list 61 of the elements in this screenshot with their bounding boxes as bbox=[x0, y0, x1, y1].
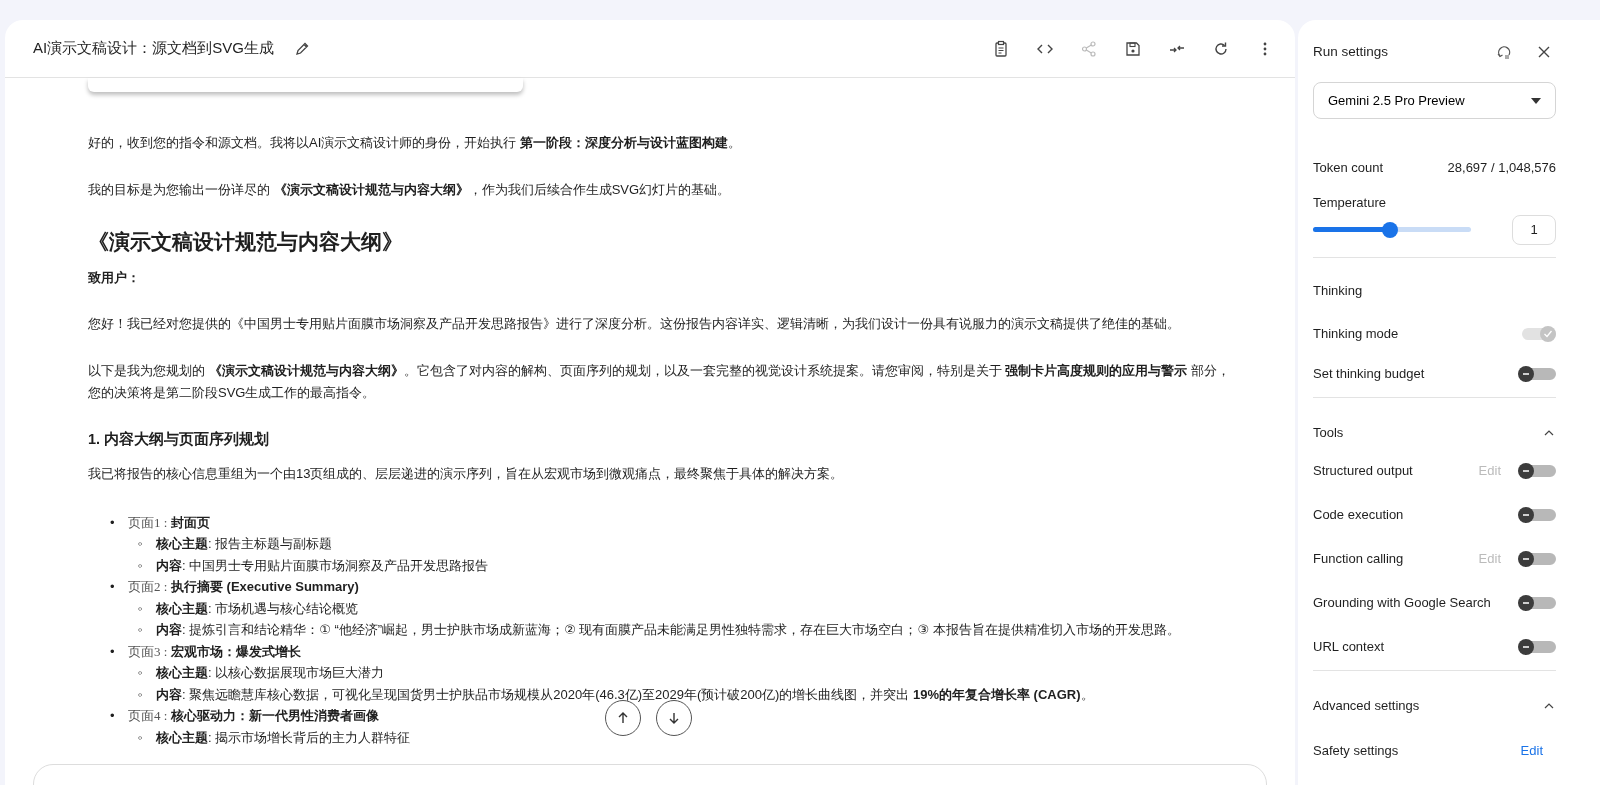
setting-label: Function calling bbox=[1313, 549, 1404, 568]
panel-title: Run settings bbox=[1313, 42, 1389, 61]
section-title: Thinking bbox=[1313, 281, 1363, 300]
caret-icon bbox=[1531, 97, 1541, 104]
reset-icon bbox=[1495, 43, 1513, 61]
chat-title: AI演示文稿设计：源文档到SVG生成 bbox=[33, 38, 274, 59]
share-icon bbox=[1080, 39, 1098, 58]
up-arrow-icon bbox=[616, 711, 630, 725]
outline-item: • 页面3 : 宏观市场：爆发式增长 bbox=[110, 642, 301, 661]
outline-item: • 页面2 : 执行摘要 (Executive Summary) bbox=[110, 578, 359, 597]
toggle-switch[interactable] bbox=[1518, 365, 1556, 382]
model-dropdown[interactable]: Gemini 2.5 Pro Preview bbox=[1313, 82, 1556, 119]
setting-label: Code execution bbox=[1313, 505, 1404, 524]
token-count: 28,697 / 1,048,576 bbox=[1447, 159, 1556, 178]
outline-detail: ◦ 核心主题: 市场机遇与核心结论概览 bbox=[138, 599, 359, 618]
toggle-switch[interactable] bbox=[1518, 550, 1556, 567]
token-label: Token count bbox=[1313, 159, 1384, 178]
temperature-label: Temperature bbox=[1313, 194, 1387, 212]
down-arrow-icon bbox=[667, 711, 681, 725]
toggle-switch[interactable] bbox=[1518, 594, 1556, 611]
scroll-up-button[interactable] bbox=[605, 700, 641, 736]
setting-label: Safety settings bbox=[1313, 741, 1399, 760]
slider-thumb[interactable] bbox=[1382, 221, 1399, 238]
setting-label: Structured output bbox=[1313, 461, 1413, 480]
salutation: 致用户： bbox=[88, 268, 141, 287]
outline-detail: ◦ 内容: 中国男士专用贴片面膜市场洞察及产品开发思路报告 bbox=[138, 556, 489, 575]
temperature-input[interactable]: 1 bbox=[1512, 214, 1556, 245]
scroll-down-button[interactable] bbox=[656, 700, 692, 736]
save-icon bbox=[1124, 39, 1142, 58]
chevron-up-icon bbox=[1544, 702, 1554, 709]
setting-label: Thinking mode bbox=[1313, 324, 1399, 343]
section-heading: 1. 内容大纲与页面序列规划 bbox=[88, 430, 271, 449]
outline-detail: ◦ 核心主题: 报告主标题与副标题 bbox=[138, 535, 333, 554]
setting-label: Set thinking budget bbox=[1313, 364, 1425, 383]
section-title: Tools bbox=[1313, 423, 1344, 442]
outline-detail: ◦ 核心主题: 以核心数据展现市场巨大潜力 bbox=[138, 664, 385, 683]
temperature-slider[interactable] bbox=[1313, 221, 1471, 238]
outline-detail: ◦ 核心主题: 揭示市场增长背后的主力人群特征 bbox=[138, 728, 411, 747]
toggle-switch[interactable] bbox=[1518, 462, 1556, 479]
paragraph: 我已将报告的核心信息重组为一个由13页组成的、层层递进的演示序列，旨在从宏观市场到微观痛点，最终聚焦于具体的解决方案。 bbox=[88, 464, 845, 483]
clipboard-icon bbox=[992, 39, 1010, 58]
toggle-switch[interactable] bbox=[1518, 506, 1556, 523]
section-title: Advanced settings bbox=[1313, 696, 1420, 715]
outline-detail: ◦ 内容: 提炼引言和结论精华：① “他经济”崛起，男士护肤市场成新蓝海；② 现有面膜产品未能满足男性独特需求，存在巨大市场空白；③ 本报告旨在提供精准切入市场的开发思路。 bbox=[138, 621, 1180, 640]
close-icon bbox=[1537, 45, 1551, 59]
setting-label: URL context bbox=[1313, 637, 1385, 656]
outline-item: • 页面1 : 封面页 bbox=[110, 513, 210, 532]
check-icon bbox=[1543, 328, 1553, 339]
outline-item: • 页面4 : 核心驱动力：新一代男性消费者画像 bbox=[110, 707, 379, 726]
toggle-switch[interactable] bbox=[1518, 638, 1556, 655]
paragraph: 好的，收到您的指令和源文档。我将以AI演示文稿设计师的身份，开始执行 第一阶段：深度分析与设计蓝图构建。 bbox=[88, 134, 742, 152]
document-heading: 《演示文稿设计规范与内容大纲》 bbox=[88, 229, 404, 255]
edit-link[interactable]: Edit bbox=[1520, 740, 1543, 761]
more-icon bbox=[1263, 41, 1267, 56]
outline-detail: ◦ 内容: 聚焦远瞻慧库核心数据，可视化呈现国货男士护肤品市场规模从2020年(46.3亿)至2029年(预计破200亿)的增长曲线图，并突出 19%的年复合增长率 (CAGR)。 bbox=[138, 685, 1094, 704]
setting-label: Grounding with Google Search bbox=[1313, 593, 1491, 612]
paragraph: 以下是我为您规划的 《演示文稿设计规范与内容大纲》。它包含了对内容的解构、页面序列的规划，以及一套完整的视觉设计系统提案。请您审阅，特别是关于 强制卡片高度规则的应用与警示 部分，您的决策将是第二阶段SVG生成工作的最高指令。 bbox=[88, 362, 1231, 402]
paragraph: 我的目标是为您输出一份详尽的 《演示文稿设计规范与内容大纲》，作为我们后续合作生成SVG幻灯片的基础。 bbox=[88, 181, 732, 199]
chevron-up-icon bbox=[1544, 429, 1554, 436]
pencil-icon bbox=[293, 40, 310, 57]
paragraph: 您好！我已经对您提供的《中国男士专用贴片面膜市场洞察及产品开发思路报告》进行了深度分析。这份报告内容详实、逻辑清晰，为我们设计一份具有说服力的演示文稿提供了绝佳的基础。 bbox=[88, 315, 1181, 333]
